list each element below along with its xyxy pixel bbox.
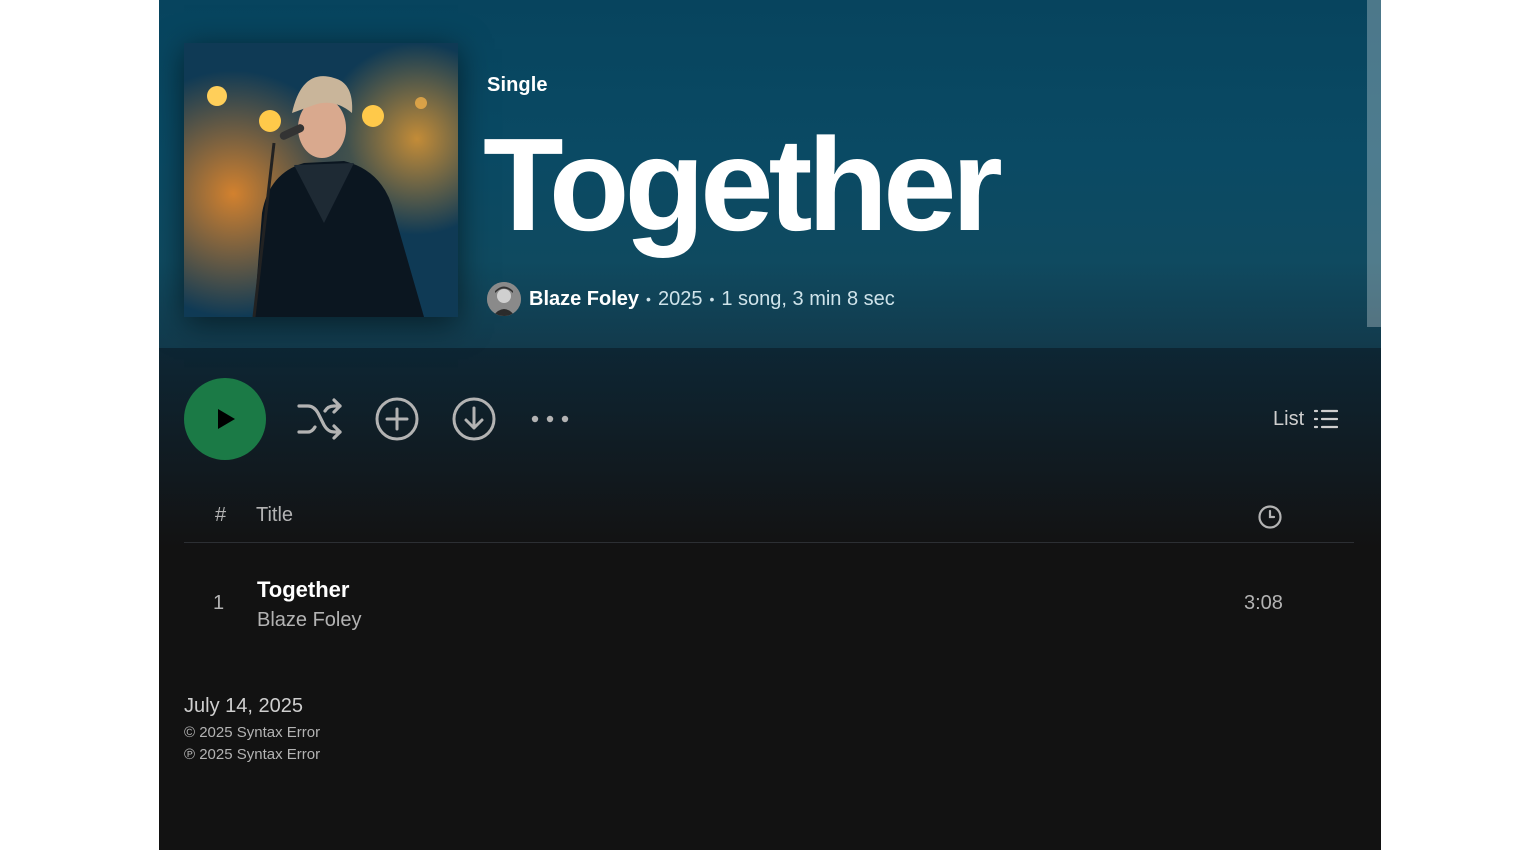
shuffle-button[interactable]	[296, 396, 344, 447]
artist-link[interactable]: Blaze Foley	[529, 288, 639, 311]
release-date: July 14, 2025	[184, 695, 303, 717]
view-mode-toggle[interactable]: List	[1273, 403, 1339, 435]
separator: •	[709, 291, 715, 307]
download-icon	[452, 397, 496, 441]
download-button[interactable]	[451, 396, 497, 447]
shuffle-icon	[297, 398, 342, 440]
album-page: Single Together Blaze Foley • 2025 • 1 s…	[159, 0, 1381, 850]
album-title: Together	[483, 111, 1003, 258]
play-icon	[218, 409, 235, 429]
play-button[interactable]	[184, 378, 266, 460]
more-options-button[interactable]	[529, 408, 571, 435]
scrollbar[interactable]	[1367, 0, 1381, 850]
album-byline: Blaze Foley • 2025 • 1 song, 3 min 8 sec	[487, 282, 895, 316]
copyright-text: © 2025 Syntax Error	[184, 724, 321, 741]
column-number: #	[215, 504, 227, 526]
view-mode-label: List	[1273, 407, 1305, 430]
phonogram-text: ℗ 2025 Syntax Error	[184, 746, 321, 763]
track-title[interactable]: Together	[257, 577, 349, 603]
scrollbar-thumb[interactable]	[1367, 0, 1381, 327]
release-type-label: Single	[487, 74, 548, 96]
more-options-icon	[531, 415, 569, 423]
clock-icon	[1258, 505, 1282, 529]
separator: •	[646, 291, 651, 307]
release-year: 2025	[657, 287, 703, 310]
track-duration: 3:08	[1244, 592, 1283, 614]
track-list-header: # Title	[184, 498, 1354, 543]
column-duration	[1257, 504, 1283, 536]
artist-avatar[interactable]	[487, 282, 521, 316]
track-number: 1	[213, 592, 225, 614]
add-circle-icon	[375, 397, 419, 441]
column-title: Title	[256, 504, 294, 526]
album-cover-art	[184, 43, 458, 317]
track-artist[interactable]: Blaze Foley	[257, 609, 362, 632]
track-row[interactable]: 1 Together Blaze Foley 3:08	[184, 570, 1354, 640]
album-summary: 1 song, 3 min 8 sec	[721, 287, 895, 310]
list-icon	[1314, 409, 1339, 429]
add-to-library-button[interactable]	[374, 396, 420, 447]
